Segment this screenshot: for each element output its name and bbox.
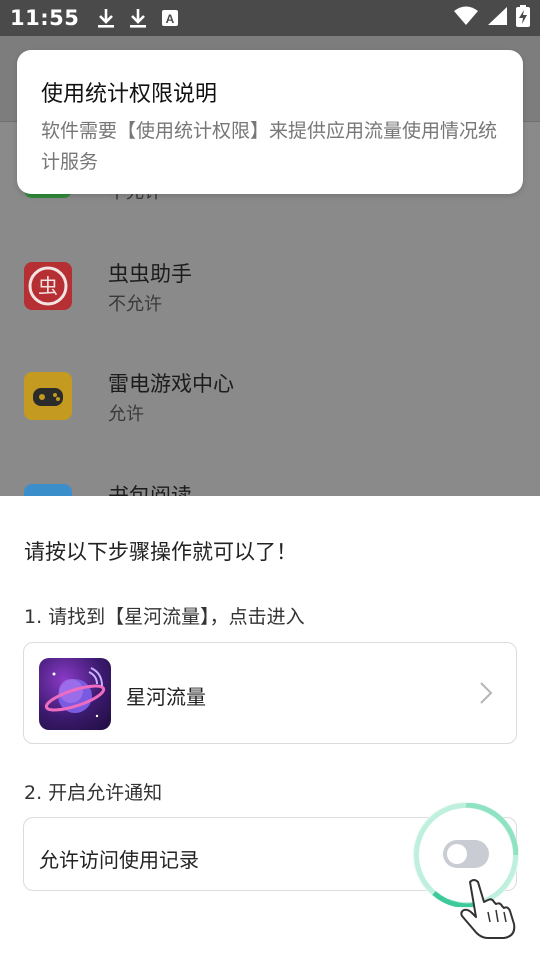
toggle-knob	[447, 844, 467, 864]
permission-info-dialog: 使用统计权限说明 软件需要【使用统计权限】来提供应用流量使用情况统计服务	[17, 50, 523, 194]
list-item[interactable]: 雷电游戏中心 允许	[0, 372, 540, 482]
download-icon	[127, 7, 149, 29]
app-name: 书包阅读	[108, 484, 192, 496]
app-icon	[24, 372, 72, 420]
app-entry-name: 星河流量	[126, 685, 206, 709]
step-1-text: 1. 请找到【星河流量】，点击进入	[24, 606, 305, 628]
app-icon	[24, 484, 72, 496]
app-icon: 虫	[24, 262, 72, 310]
step-2-text: 2. 开启允许通知	[24, 782, 163, 804]
svg-text:A: A	[166, 12, 175, 26]
guide-heading: 请按以下步骤操作就可以了！	[24, 540, 297, 564]
font-icon: A	[159, 7, 181, 29]
planet-app-icon	[39, 658, 111, 730]
list-item[interactable]: 书包阅读	[0, 484, 540, 496]
wifi-icon	[454, 6, 478, 31]
app-entry-card[interactable]: 星河流量	[23, 642, 517, 744]
app-name: 雷电游戏中心	[108, 372, 234, 396]
usage-access-toggle[interactable]	[443, 840, 489, 868]
svg-text:虫: 虫	[38, 274, 58, 298]
dialog-body: 软件需要【使用统计权限】来提供应用流量使用情况统计服务	[41, 120, 498, 173]
chevron-right-icon	[474, 677, 498, 709]
app-status: 不允许	[108, 294, 162, 315]
status-bar: 11:55 A	[0, 0, 540, 36]
download-icon	[95, 7, 117, 29]
list-item[interactable]: 虫 虫虫助手 不允许	[0, 262, 540, 372]
app-name: 虫虫助手	[108, 262, 192, 286]
dialog-title: 使用统计权限说明	[41, 82, 218, 107]
app-status: 允许	[108, 404, 144, 425]
battery-charging-icon	[516, 4, 530, 32]
usage-access-label: 允许访问使用记录	[39, 848, 199, 872]
signal-icon	[486, 6, 508, 31]
pointing-hand-icon	[458, 876, 518, 940]
status-time: 11:55	[10, 6, 80, 30]
